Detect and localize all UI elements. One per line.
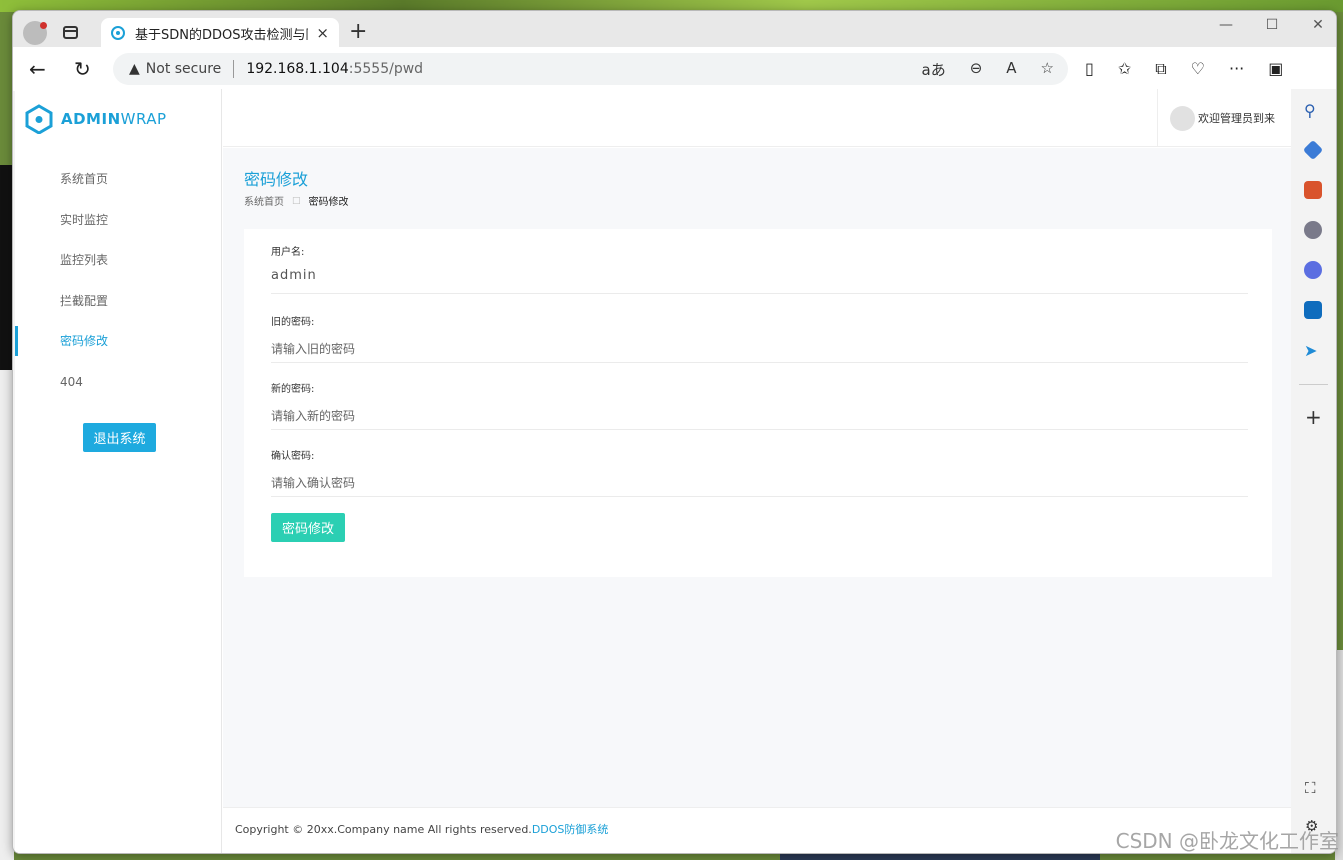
notification-dot — [40, 22, 47, 29]
breadcrumb-separator-icon: □ — [292, 195, 301, 206]
favicon-icon — [111, 26, 125, 40]
more-icon[interactable]: ··· — [1229, 59, 1244, 79]
new-password-label: 新的密码: — [271, 384, 315, 395]
welcome-text: 欢迎管理员到来 — [1198, 112, 1275, 125]
tools-icon[interactable] — [1304, 181, 1322, 199]
app-sidebar: ADMINWRAP 系统首页 实时监控 监控列表 拦截配置 密码修改 404 退… — [15, 89, 222, 853]
old-password-field: 旧的密码: — [271, 313, 1248, 363]
sidebar-nav: 系统首页 实时监控 监控列表 拦截配置 密码修改 404 — [15, 159, 222, 402]
close-tab-icon[interactable]: × — [316, 24, 329, 42]
not-secure-label[interactable]: Not secure — [146, 61, 222, 77]
shopping-tag-icon[interactable] — [1302, 139, 1324, 161]
username-value: admin — [271, 268, 317, 283]
games-icon[interactable] — [1304, 221, 1322, 239]
taskbar-fragment — [780, 854, 1100, 860]
confirm-password-label: 确认密码: — [271, 451, 315, 462]
tab-title: 基于SDN的DDOS攻击检测与防御 — [135, 27, 308, 43]
copyright-text: Copyright © 20xx.Company name All rights… — [235, 823, 532, 836]
back-icon[interactable]: ← — [29, 57, 46, 81]
browser-tab[interactable]: 基于SDN的DDOS攻击检测与防御 × — [101, 18, 339, 48]
new-password-field: 新的密码: — [271, 380, 1248, 430]
address-bar-icons: aあ ⊖ A ☆ — [922, 59, 1055, 80]
logout-button[interactable]: 退出系统 — [83, 423, 156, 452]
window-controls: — ☐ ✕ — [1218, 17, 1326, 33]
main-content: 密码修改 系统首页 □ 密码修改 用户名: admin 旧的密码: 新的密码: — [223, 148, 1293, 807]
address-bar[interactable]: ▲ Not secure 192.168.1.104 :5555/pwd aあ … — [113, 53, 1068, 85]
translate-icon[interactable]: aあ — [922, 59, 946, 80]
maximize-icon[interactable]: ☐ — [1264, 17, 1280, 33]
web-page: ADMINWRAP 系统首页 实时监控 监控列表 拦截配置 密码修改 404 退… — [15, 89, 1293, 853]
tab-bar: 基于SDN的DDOS攻击检测与防御 × + — ☐ ✕ — [13, 11, 1336, 48]
avatar[interactable] — [1170, 105, 1195, 131]
refresh-icon[interactable]: ↻ — [74, 57, 91, 81]
confirm-password-field: 确认密码: — [271, 447, 1248, 497]
new-tab-button[interactable]: + — [349, 20, 367, 44]
screenshot-icon[interactable]: ⛶ — [1305, 779, 1316, 797]
browser-tool-icons: ▯ ✩ ⧉ ♡ ··· ▣ — [1085, 59, 1283, 79]
page-title: 密码修改 — [244, 170, 309, 189]
logo-text: ADMINWRAP — [61, 110, 167, 128]
copilot-icon[interactable] — [1304, 261, 1322, 279]
browser-window: 基于SDN的DDOS攻击检测与防御 × + — ☐ ✕ ← ↻ ▲ Not se… — [12, 10, 1337, 854]
logo-hexagon-icon — [25, 104, 53, 134]
sidebar-item-404[interactable]: 404 — [15, 362, 222, 403]
username-label: 用户名: — [271, 247, 305, 258]
minimize-icon[interactable]: — — [1218, 17, 1234, 33]
url-host[interactable]: 192.168.1.104 — [246, 61, 348, 77]
address-divider — [233, 60, 235, 78]
edge-sidebar-divider — [1299, 384, 1328, 385]
top-header: 欢迎管理员到来 — [223, 89, 1293, 147]
watermark: CSDN @卧龙文化工作室 — [1115, 829, 1339, 853]
url-path[interactable]: :5555/pwd — [349, 61, 423, 77]
old-password-label: 旧的密码: — [271, 317, 315, 328]
username-field: 用户名: admin — [271, 243, 1248, 294]
breadcrumb-home[interactable]: 系统首页 — [244, 193, 284, 208]
send-icon[interactable]: ➤ — [1304, 341, 1322, 360]
collections-icon[interactable]: ⧉ — [1155, 59, 1166, 79]
search-icon[interactable]: ⚲ — [1304, 101, 1322, 120]
app-logo[interactable]: ADMINWRAP — [25, 104, 167, 134]
read-aloud-icon[interactable]: A — [1006, 59, 1016, 80]
old-password-input[interactable] — [271, 336, 1248, 362]
browser-toolbar: ← ↻ ▲ Not secure 192.168.1.104 :5555/pwd… — [13, 47, 1336, 91]
sidebar-item-password[interactable]: 密码修改 — [15, 321, 222, 362]
warning-icon[interactable]: ▲ — [129, 61, 140, 77]
favorite-star-icon[interactable]: ☆ — [1041, 59, 1054, 80]
user-menu[interactable]: 欢迎管理员到来 — [1157, 89, 1293, 147]
logo-text-light: WRAP — [120, 110, 167, 128]
confirm-password-input[interactable] — [271, 470, 1248, 496]
sidebar-item-intercept-config[interactable]: 拦截配置 — [15, 281, 222, 322]
footer-link[interactable]: DDOS防御系统 — [532, 823, 609, 836]
tab-actions-icon[interactable] — [63, 26, 78, 39]
logo-text-bold: ADMIN — [61, 110, 121, 128]
breadcrumb: 系统首页 □ 密码修改 — [244, 193, 349, 209]
sidebar-item-home[interactable]: 系统首页 — [15, 159, 222, 200]
change-password-button[interactable]: 密码修改 — [271, 513, 345, 542]
split-screen-icon[interactable]: ▯ — [1085, 59, 1094, 79]
favorites-icon[interactable]: ✩ — [1118, 59, 1131, 79]
breadcrumb-current: 密码修改 — [308, 197, 349, 208]
close-window-icon[interactable]: ✕ — [1310, 17, 1326, 33]
performance-icon[interactable]: ♡ — [1191, 59, 1205, 79]
sidebar-toggle-icon[interactable]: ▣ — [1268, 59, 1283, 79]
outlook-icon[interactable] — [1304, 301, 1322, 319]
edge-sidebar: ⚲ ➤ + ⛶ ⚙ — [1291, 89, 1336, 853]
sidebar-item-monitor-list[interactable]: 监控列表 — [15, 240, 222, 281]
add-icon[interactable]: + — [1305, 405, 1322, 429]
zoom-icon[interactable]: ⊖ — [970, 59, 983, 80]
password-form-card: 用户名: admin 旧的密码: 新的密码: 确认密码: 密码修改 — [244, 229, 1272, 577]
sidebar-item-realtime-monitor[interactable]: 实时监控 — [15, 200, 222, 241]
new-password-input[interactable] — [271, 403, 1248, 429]
